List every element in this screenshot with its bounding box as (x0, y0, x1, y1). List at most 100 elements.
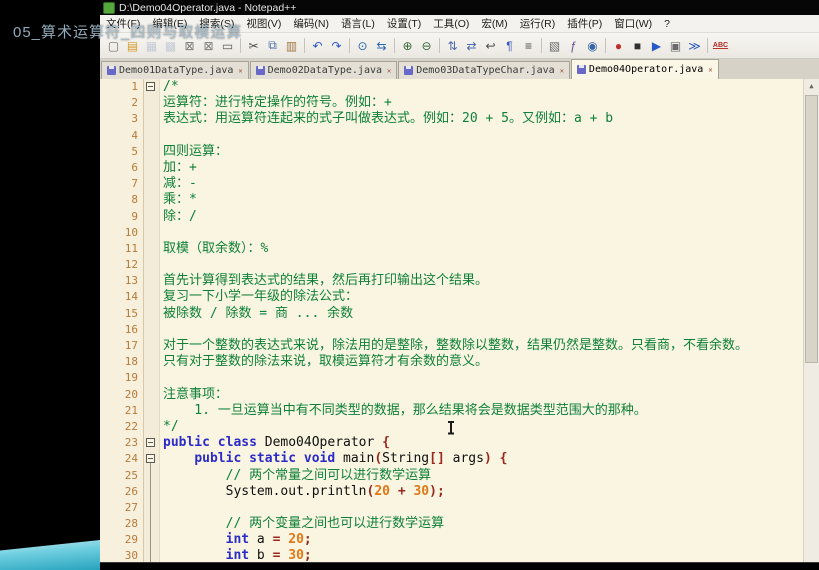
code-line[interactable]: 18 只有对于整数的除法来说，取模运算符才有余数的意义。 (100, 354, 819, 370)
code-line[interactable]: 12 (100, 257, 819, 273)
zoom-in-icon[interactable]: ⊕ (398, 37, 417, 55)
tab-Demo03DataTypeChar.java[interactable]: Demo03DataTypeChar.java ✕ (398, 61, 570, 79)
code-line[interactable]: 6 加：+ (100, 160, 819, 176)
code-line[interactable]: 16 (100, 322, 819, 338)
code-line[interactable]: 22 */ (100, 419, 819, 435)
code-line[interactable]: 5 四则运算： (100, 144, 819, 160)
code-text: 乘：* (163, 192, 197, 208)
fold-margin-cell (143, 176, 159, 192)
fold-collapse-icon[interactable] (146, 438, 155, 448)
code-line[interactable]: 23 public class Demo04Operator { (100, 435, 819, 451)
code-line[interactable]: 2 运算符：进行特定操作的符号。例如：+ (100, 95, 819, 111)
tab-label: Demo04Operator.java (588, 64, 704, 75)
stop-macro-icon[interactable]: ■ (628, 37, 647, 55)
code-text: // 两个变量之间也可以进行数学运算 (225, 516, 445, 532)
scrollbar-thumb[interactable] (805, 95, 818, 363)
code-line[interactable]: 28 // 两个变量之间也可以进行数学运算 (100, 516, 819, 533)
replace-icon[interactable]: ⇆ (372, 37, 391, 55)
code-text: 表达式：用运算符连起来的式子叫做表达式。例如：20 + 5。又例如：a + b (163, 111, 614, 127)
menu-item-plugins[interactable]: 插件(P) (561, 15, 608, 32)
scrollbar-up-icon[interactable]: ▲ (804, 79, 819, 93)
code-line[interactable]: 8 乘：* (100, 192, 819, 208)
menu-item-view[interactable]: 视图(V) (240, 15, 287, 32)
sync-horizontal-scroll-icon[interactable]: ⇄ (462, 37, 481, 55)
monitoring-icon[interactable]: ◉ (583, 37, 602, 55)
code-line[interactable]: 11 取模（取余数）：% (100, 241, 819, 257)
menu-item-encoding[interactable]: 编码(N) (287, 15, 335, 32)
menu-item-help[interactable]: ? (658, 15, 676, 32)
fold-margin-cell (143, 289, 159, 305)
tab-Demo01DataType.java[interactable]: Demo01DataType.java ✕ (101, 61, 249, 79)
redo-icon[interactable]: ↷ (327, 37, 346, 55)
paste-icon[interactable]: ▥ (282, 37, 301, 55)
fold-collapse-icon[interactable] (146, 454, 155, 464)
line-number: 2 (131, 96, 138, 110)
fold-margin-cell[interactable] (143, 79, 159, 95)
code-line[interactable]: 4 (100, 128, 819, 144)
undo-icon[interactable]: ↶ (308, 37, 327, 55)
sync-vertical-scroll-icon[interactable]: ⇅ (443, 37, 462, 55)
code-line[interactable]: 21 1. 一旦运算当中有不同类型的数据，那么结果将会是数据类型范围大的那种。 (100, 403, 819, 419)
line-number: 1 (131, 80, 138, 93)
code-line[interactable]: 3 表达式：用运算符连起来的式子叫做表达式。例如：20 + 5。又例如：a + b (100, 111, 819, 127)
vertical-scrollbar[interactable]: ▲ (803, 79, 819, 562)
tab-label: Demo01DataType.java (119, 65, 234, 76)
title-bar[interactable]: D:\Demo04Operator.java - Notepad++ (100, 0, 819, 15)
code-line[interactable]: 13 首先计算得到表达式的结果，然后再打印输出这个结果。 (100, 273, 819, 289)
tab-close-icon[interactable]: ✕ (387, 67, 391, 75)
tab-Demo02DataType.java[interactable]: Demo02DataType.java ✕ (249, 61, 398, 79)
menu-item-run[interactable]: 运行(R) (514, 15, 562, 32)
play-macro-icon[interactable]: ▶ (647, 37, 666, 55)
code-line[interactable]: 30 int b = 30; (100, 548, 819, 562)
code-line[interactable]: 9 除：/ (100, 209, 819, 225)
indent-guide-icon[interactable]: ≡ (519, 37, 538, 55)
show-all-characters-icon[interactable]: ¶ (500, 37, 519, 55)
editor-area[interactable]: 1 /* 2 运算符：进行特定操作的符号。例如：+ 3 表达式：用运算符连起来的式子叫做表… (100, 79, 819, 562)
save-macro-icon[interactable]: ▣ (666, 37, 685, 55)
fold-guide-line (150, 516, 151, 533)
code-line[interactable]: 29 int a = 20; (100, 532, 819, 549)
menu-item-settings[interactable]: 设置(T) (381, 15, 427, 32)
saved-file-icon (404, 66, 414, 75)
zoom-out-icon[interactable]: ⊖ (417, 37, 436, 55)
code-line[interactable]: 27 (100, 499, 819, 517)
code-text: 减：- (163, 176, 197, 192)
code-line[interactable]: 25 // 两个常量之间可以进行数学运算 (100, 467, 819, 484)
tab-close-icon[interactable]: ✕ (238, 67, 242, 75)
code-text: // 两个常量之间可以进行数学运算 (225, 467, 432, 483)
fold-margin-cell[interactable] (143, 451, 159, 468)
code-line[interactable]: 20 注意事项： (100, 387, 819, 403)
fold-margin-cell[interactable] (143, 435, 159, 451)
code-line[interactable]: 15 被除数 / 除数 = 商 ... 余数 (100, 306, 819, 322)
function-list-icon[interactable]: ƒ (564, 37, 583, 55)
fold-margin-cell (143, 192, 159, 208)
menu-item-tools[interactable]: 工具(O) (427, 15, 475, 32)
find-icon[interactable]: ⊙ (353, 37, 372, 55)
run-macro-multiple-icon[interactable]: ≫ (685, 37, 704, 55)
code-line[interactable]: 1 /* (100, 79, 819, 95)
spell-check-icon[interactable]: ABC (711, 37, 730, 55)
record-macro-icon[interactable]: ● (609, 37, 628, 55)
menu-item-window[interactable]: 窗口(W) (608, 15, 658, 32)
code-line[interactable]: 19 (100, 370, 819, 386)
code-line[interactable]: 10 (100, 225, 819, 241)
notepadpp-window: D:\Demo04Operator.java - Notepad++ 文件(F)… (100, 0, 819, 563)
code-line[interactable]: 26 System.out.println(20 + 30); (100, 483, 819, 500)
code-line[interactable]: 24 public static void main(String[] args… (100, 451, 819, 468)
fold-collapse-icon[interactable] (146, 82, 155, 91)
cut-icon[interactable]: ✂ (244, 37, 263, 55)
tab-close-icon[interactable]: ✕ (708, 66, 712, 74)
document-map-icon[interactable]: ▧ (545, 37, 564, 55)
code-line[interactable]: 14 复习一下小学一年级的除法公式： (100, 289, 819, 305)
tab-close-icon[interactable]: ✕ (560, 67, 564, 75)
menu-item-language[interactable]: 语言(L) (335, 15, 381, 32)
word-wrap-icon[interactable]: ↩ (481, 37, 500, 55)
code-line[interactable]: 17 对于一个整数的表达式来说，除法用的是整除，整数除以整数，结果仍然是整数。只看… (100, 338, 819, 354)
copy-icon[interactable]: ⧉ (263, 37, 282, 55)
tab-Demo04Operator.java[interactable]: Demo04Operator.java ✕ (570, 59, 719, 79)
menu-item-macro[interactable]: 宏(M) (475, 15, 513, 32)
code-line[interactable]: 7 减：- (100, 176, 819, 192)
fold-margin-cell (143, 257, 159, 273)
